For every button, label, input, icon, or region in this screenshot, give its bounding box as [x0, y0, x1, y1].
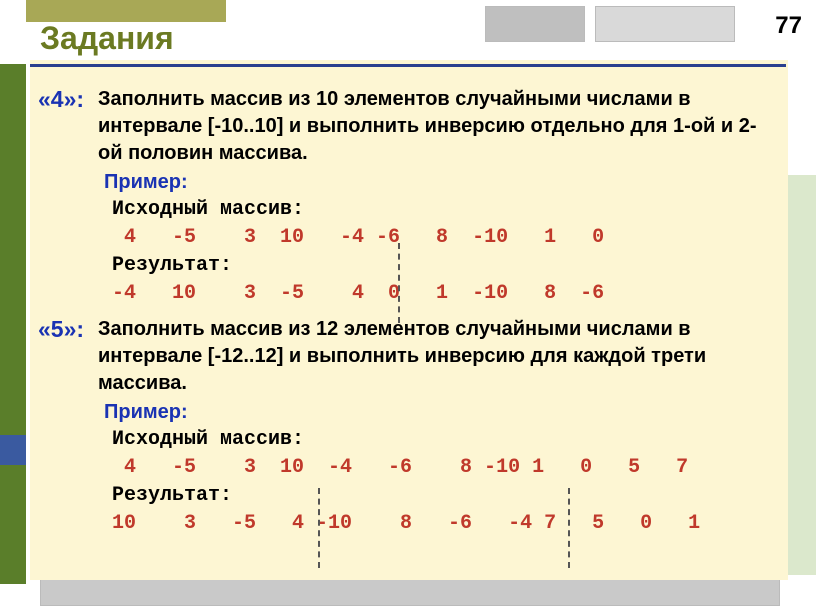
task-5-input-label: Исходный массив:: [112, 426, 778, 454]
task-5-example: Исходный массив: 4 -5 3 10 -4 -6 8 -10 1…: [112, 426, 778, 538]
content-area: «4»: Заполнить массив из 10 элементов сл…: [32, 80, 784, 549]
task-5-result-row: 10 3 -5 4 -10 8 -6 -4 7 5 0 1: [112, 510, 778, 538]
task-5-result-label: Результат:: [112, 482, 778, 510]
task-5-input-c: 1 0 5 7: [520, 456, 688, 479]
task-5-divider-1: [318, 488, 320, 568]
task-4-input-row: 4 -5 3 10 -4 -6 8 -10 1 0: [112, 224, 778, 252]
task-4-text: Заполнить массив из 10 элементов случайн…: [98, 86, 778, 167]
task-4-input-left: 4 -5 3 10 -4: [112, 226, 364, 249]
task-4-input-right: -6 8 -10 1 0: [364, 226, 604, 249]
decor-shape: [0, 435, 26, 465]
heading-underline: [30, 64, 786, 67]
task-5-block: «5»: Заполнить массив из 12 элементов сл…: [38, 316, 778, 538]
page-number: 77: [775, 12, 802, 40]
decor-shape: [595, 6, 735, 42]
task-4-example-label: Пример:: [104, 171, 778, 194]
decor-shape: [485, 6, 585, 42]
task-4-example: Исходный массив: 4 -5 3 10 -4 -6 8 -10 1…: [112, 196, 778, 308]
task-5-result-c: 7 5 0 1: [532, 512, 700, 535]
decor-shape: [26, 0, 226, 22]
task-5-input-b: -4 -6 8 -10: [304, 456, 520, 479]
task-5-input-a: 4 -5 3 10: [112, 456, 304, 479]
task-4-block: «4»: Заполнить массив из 10 элементов сл…: [38, 86, 778, 308]
task-4-result-label: Результат:: [112, 252, 778, 280]
task-5-input-row: 4 -5 3 10 -4 -6 8 -10 1 0 5 7: [112, 454, 778, 482]
task-4-label: «4»:: [38, 86, 98, 113]
slide-heading: Задания: [40, 20, 174, 57]
task-5-result-b: -10 8 -6 -4: [304, 512, 532, 535]
task-5-divider-2: [568, 488, 570, 568]
task-5-text: Заполнить массив из 12 элементов случайн…: [98, 316, 778, 397]
task-5-label: «5»:: [38, 316, 98, 343]
decor-shape: [40, 576, 780, 606]
task-4-input-label: Исходный массив:: [112, 196, 778, 224]
decor-shape: [0, 64, 26, 584]
task-4-divider: [398, 243, 400, 323]
task-4-result-row: -4 10 3 -5 4 0 1 -10 8 -6: [112, 280, 778, 308]
task-5-example-label: Пример:: [104, 401, 778, 424]
task-4-result-right: 0 1 -10 8 -6: [364, 282, 604, 305]
task-4-result-left: -4 10 3 -5 4: [112, 282, 364, 305]
task-5-result-a: 10 3 -5 4: [112, 512, 304, 535]
decor-shape: [784, 175, 816, 575]
